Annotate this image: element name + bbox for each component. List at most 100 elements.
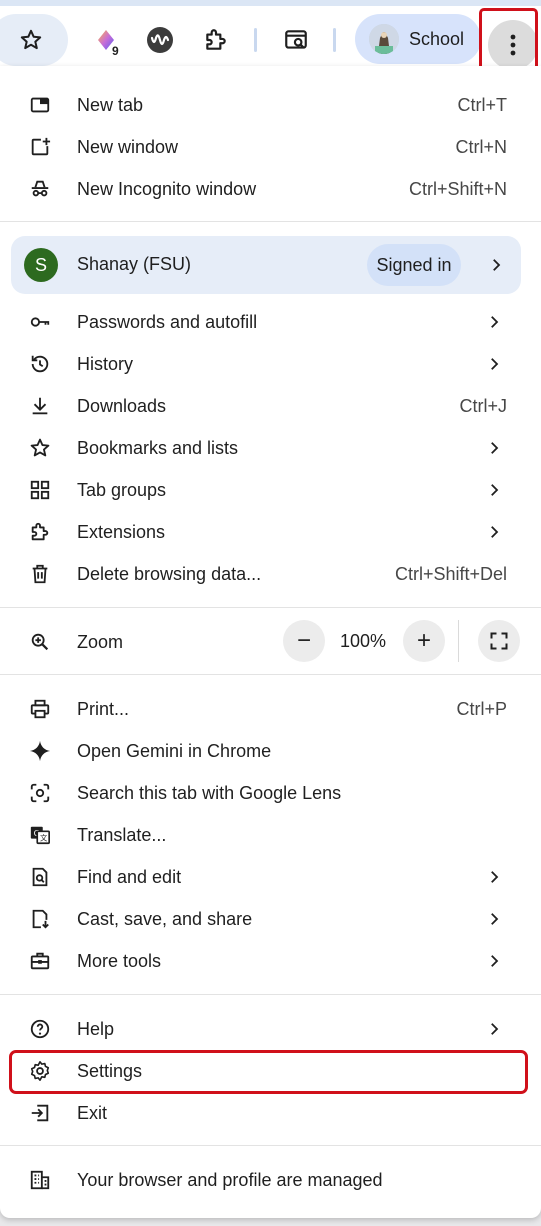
- menu-item-label: New Incognito window: [77, 178, 257, 199]
- zoom-icon: [28, 630, 52, 654]
- menu-item-print[interactable]: Print... Ctrl+P: [0, 688, 541, 730]
- menu-item-more-tools[interactable]: More tools: [0, 940, 541, 982]
- translate-icon: G文: [28, 823, 52, 847]
- shortcut: Ctrl+T: [457, 94, 508, 115]
- menu-item-zoom: Zoom: [0, 621, 541, 663]
- extension-gradient-icon[interactable]: 9: [86, 20, 126, 60]
- profile-avatar: [369, 24, 399, 54]
- download-icon: [28, 394, 52, 418]
- toolbox-icon: [28, 949, 52, 973]
- profile-button[interactable]: School: [355, 14, 481, 64]
- save-page-icon: [28, 907, 52, 931]
- menu-item-extensions[interactable]: Extensions: [0, 511, 541, 553]
- menu-item-label: Help: [77, 1018, 115, 1039]
- menu-item-label: Find and edit: [77, 866, 182, 887]
- menu-item-label: Cast, save, and share: [77, 908, 253, 929]
- menu-item-new-window[interactable]: New window Ctrl+N: [0, 126, 541, 168]
- menu-item-help[interactable]: Help: [0, 1008, 541, 1050]
- fullscreen-icon: [490, 632, 508, 650]
- menu-item-cast-save-share[interactable]: Cast, save, and share: [0, 898, 541, 940]
- chevron-right-icon: [491, 871, 499, 883]
- chevron-right-icon: [491, 316, 499, 328]
- svg-text:文: 文: [40, 834, 48, 843]
- shortcut: Ctrl+Shift+Del: [394, 563, 507, 584]
- account-row[interactable]: S Shanay (FSU) Signed in: [11, 236, 521, 294]
- signed-in-badge: Signed in: [367, 244, 461, 286]
- menu-item-label: New tab: [77, 94, 144, 115]
- menu-item-tab-groups[interactable]: Tab groups: [0, 469, 541, 511]
- gemini-sparkle-icon: [28, 739, 52, 763]
- key-icon: [28, 310, 52, 334]
- menu-item-label: Exit: [77, 1102, 108, 1123]
- new-tab-icon: [28, 93, 52, 117]
- menu-item-label: Zoom: [77, 631, 124, 652]
- menu-item-google-lens[interactable]: Search this tab with Google Lens: [0, 772, 541, 814]
- menu-divider: [0, 221, 541, 222]
- lens-icon: [28, 781, 52, 805]
- menu-item-new-incognito[interactable]: New Incognito window Ctrl+Shift+N: [0, 168, 541, 210]
- find-page-icon: [28, 865, 52, 889]
- extension-badge-count: 9: [112, 44, 119, 58]
- shortcut: Ctrl+J: [459, 395, 507, 416]
- settings-highlight: [9, 1050, 528, 1094]
- search-tab-icon[interactable]: [276, 20, 316, 60]
- menu-item-label: New window: [77, 136, 179, 157]
- menu-item-label: Bookmarks and lists: [77, 437, 239, 458]
- menu-divider: [0, 1145, 541, 1146]
- zoom-in-button[interactable]: +: [403, 620, 445, 662]
- exit-icon: [28, 1101, 52, 1125]
- chevron-right-icon: [491, 358, 499, 370]
- toolbar-separator: [254, 28, 257, 52]
- menu-item-label: Open Gemini in Chrome: [77, 740, 272, 761]
- incognito-icon: [28, 177, 52, 201]
- account-name: Shanay (FSU): [77, 254, 192, 274]
- menu-item-label: Delete browsing data...: [77, 563, 262, 584]
- menu-item-label: Tab groups: [77, 479, 167, 500]
- shortcut: Ctrl+P: [456, 698, 507, 719]
- history-icon: [28, 352, 52, 376]
- chevron-right-icon: [491, 1023, 499, 1035]
- trash-icon: [28, 562, 52, 586]
- chevron-right-icon: [491, 913, 499, 925]
- menu-item-label: Passwords and autofill: [77, 311, 258, 332]
- profile-name: School: [409, 28, 465, 49]
- menu-item-label: Your browser and profile are managed: [77, 1169, 383, 1190]
- chevron-right-icon: [491, 955, 499, 967]
- extension-wave-icon[interactable]: [140, 20, 180, 60]
- menu-item-label: More tools: [77, 950, 162, 971]
- menu-item-downloads[interactable]: Downloads Ctrl+J: [0, 385, 541, 427]
- chevron-right-icon: [491, 526, 499, 538]
- zoom-out-button[interactable]: −: [283, 620, 325, 662]
- new-window-icon: [28, 135, 52, 159]
- extensions-puzzle-icon[interactable]: [196, 20, 236, 60]
- menu-item-bookmarks[interactable]: Bookmarks and lists: [0, 427, 541, 469]
- tab-groups-icon: [28, 478, 52, 502]
- menu-item-find-edit[interactable]: Find and edit: [0, 856, 541, 898]
- chevron-right-icon: [491, 484, 499, 496]
- menu-item-passwords[interactable]: Passwords and autofill: [0, 301, 541, 343]
- menu-divider: [0, 674, 541, 675]
- menu-divider: [0, 607, 541, 608]
- menu-item-label: History: [77, 353, 134, 374]
- menu-item-label: Translate...: [77, 824, 167, 845]
- menu-item-new-tab[interactable]: New tab Ctrl+T: [0, 84, 541, 126]
- menu-item-gemini[interactable]: Open Gemini in Chrome: [0, 730, 541, 772]
- menu-item-history[interactable]: History: [0, 343, 541, 385]
- menu-item-delete-browsing-data[interactable]: Delete browsing data... Ctrl+Shift+Del: [0, 553, 541, 595]
- building-icon: [28, 1168, 52, 1192]
- zoom-level: 100%: [339, 631, 387, 651]
- menu-item-exit[interactable]: Exit: [0, 1092, 541, 1134]
- print-icon: [28, 697, 52, 721]
- menu-item-label: Downloads: [77, 395, 167, 416]
- puzzle-icon: [28, 520, 52, 544]
- menu-item-label: Extensions: [77, 521, 166, 542]
- shortcut: Ctrl+Shift+N: [408, 178, 507, 199]
- help-icon: [28, 1017, 52, 1041]
- bookmark-star-icon[interactable]: [11, 20, 51, 60]
- menu-item-managed[interactable]: Your browser and profile are managed: [0, 1159, 541, 1201]
- menu-item-translate[interactable]: G文 Translate...: [0, 814, 541, 856]
- browser-toolbar: 9 School: [0, 6, 541, 70]
- fullscreen-button[interactable]: [478, 620, 520, 662]
- toolbar-separator: [333, 28, 336, 52]
- shortcut: Ctrl+N: [455, 136, 507, 157]
